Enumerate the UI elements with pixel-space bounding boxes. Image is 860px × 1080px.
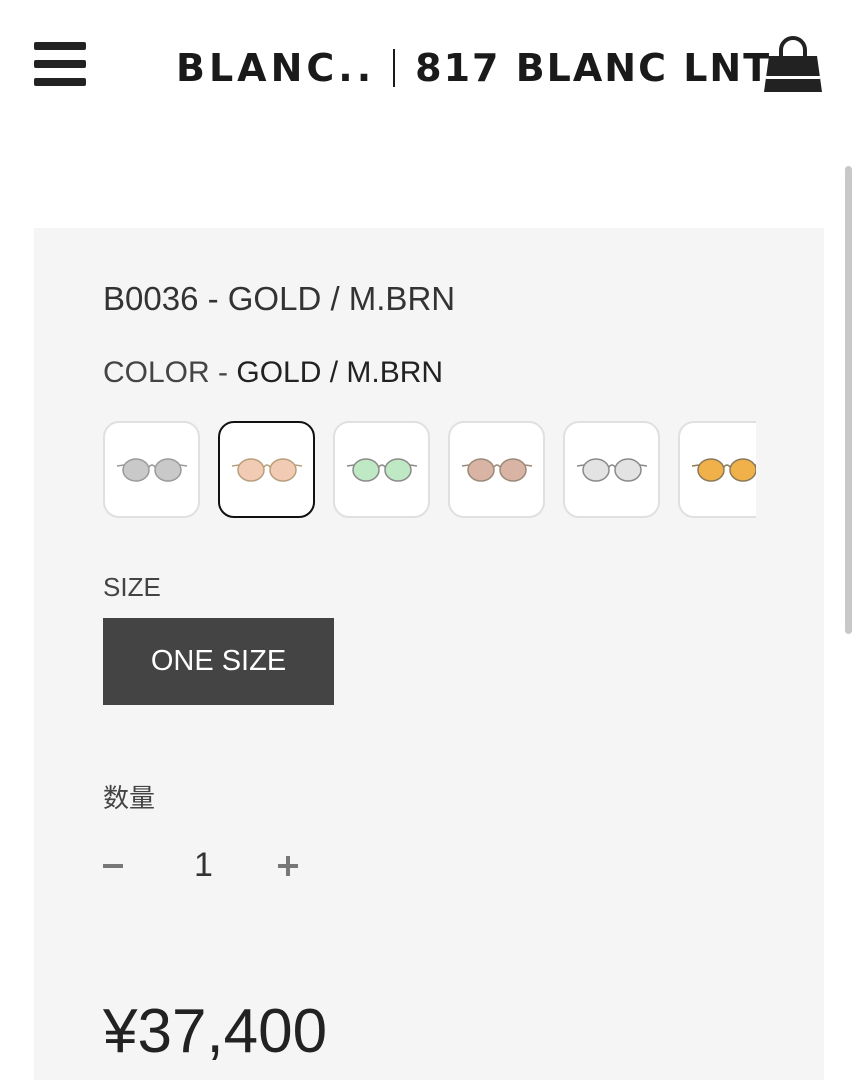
quantity-decrease-button[interactable]	[103, 848, 123, 884]
price: ¥37,400	[103, 997, 328, 1066]
size-label: SIZE	[103, 572, 161, 602]
color-swatch[interactable]	[448, 421, 545, 518]
logo-divider	[393, 49, 396, 87]
site-logo[interactable]: BLANC.. 817 BLANC LNT	[176, 46, 771, 90]
color-row: COLOR - GOLD / M.BRN	[103, 356, 443, 390]
color-swatch[interactable]	[103, 421, 200, 518]
color-swatch[interactable]	[678, 421, 756, 518]
color-swatch[interactable]	[563, 421, 660, 518]
quantity-increase-button[interactable]	[278, 848, 298, 884]
shopping-bag-icon	[764, 36, 822, 92]
hamburger-menu-icon	[34, 42, 86, 50]
color-value: GOLD / M.BRN	[236, 356, 444, 389]
menu-button[interactable]	[34, 42, 86, 86]
sunglasses-icon	[691, 457, 756, 482]
product-title: B0036 - GOLD / M.BRN	[103, 280, 456, 317]
quantity-value: 1	[194, 846, 213, 884]
color-swatch[interactable]	[333, 421, 430, 518]
cart-button[interactable]	[762, 34, 824, 96]
logo-right: 817 BLANC LNT	[415, 46, 772, 90]
quantity-label: 数量	[103, 783, 156, 813]
sunglasses-icon	[346, 457, 417, 482]
sunglasses-icon	[576, 457, 647, 482]
size-option-button[interactable]: ONE SIZE	[103, 618, 334, 705]
scrollbar[interactable]	[845, 166, 852, 634]
color-swatch-list	[103, 421, 756, 518]
color-separator: -	[209, 356, 237, 389]
product-options-panel: B0036 - GOLD / M.BRN COLOR - GOLD / M.BR…	[34, 228, 824, 1080]
color-label: COLOR	[103, 356, 210, 389]
sunglasses-icon	[116, 457, 187, 482]
sunglasses-icon	[231, 457, 302, 482]
color-swatch[interactable]	[218, 421, 315, 518]
logo-left: BLANC..	[176, 46, 376, 90]
sunglasses-icon	[461, 457, 532, 482]
